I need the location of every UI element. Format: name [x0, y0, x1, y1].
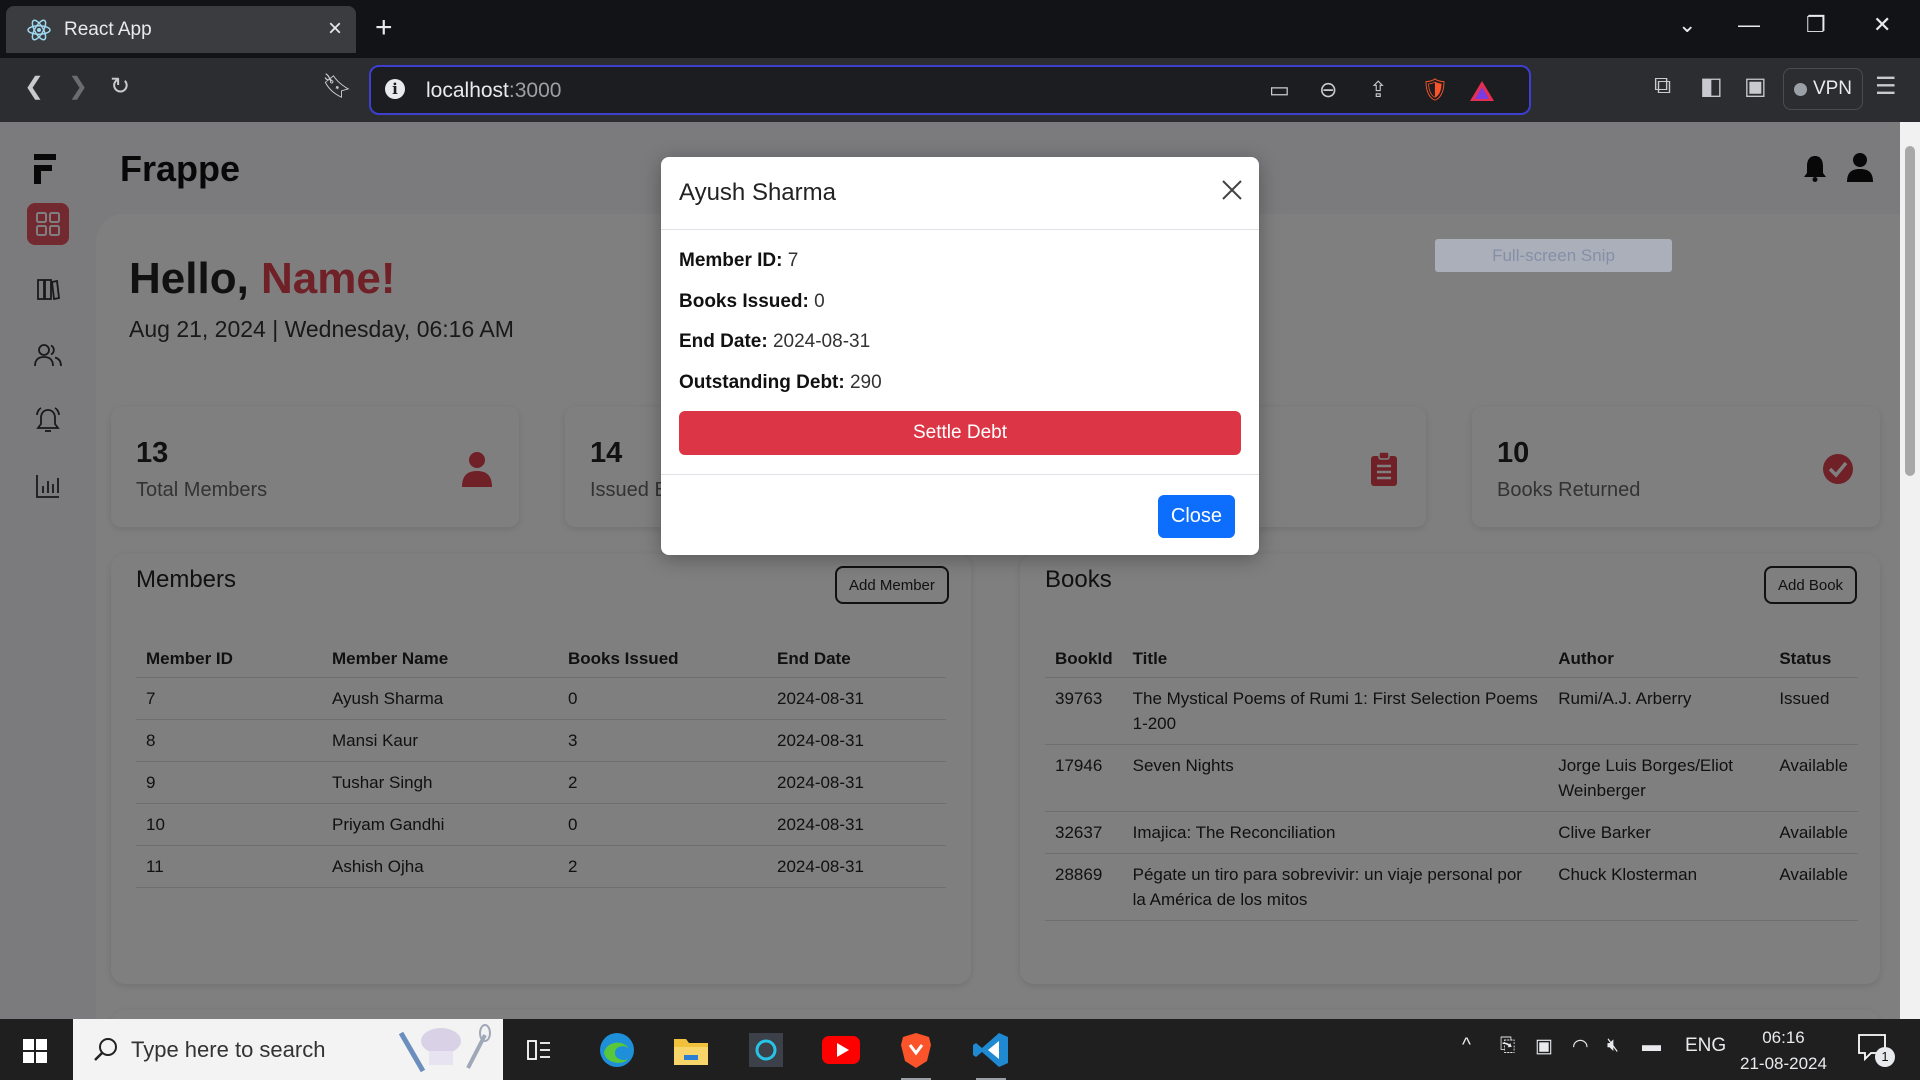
- vpn-status-icon: [1793, 82, 1807, 96]
- file-explorer-icon[interactable]: [668, 1027, 714, 1073]
- new-tab-icon[interactable]: +: [375, 11, 393, 45]
- search-icon: [94, 1038, 117, 1061]
- extensions-icon[interactable]: ⧉: [1654, 72, 1671, 100]
- reload-icon[interactable]: ↻: [110, 72, 130, 101]
- bookmark-icon[interactable]: 🔖︎: [322, 72, 352, 101]
- url-text: localhost:3000: [426, 79, 562, 102]
- brave-rewards-icon[interactable]: [1469, 79, 1495, 103]
- minimize-icon[interactable]: —: [1738, 12, 1760, 38]
- modal-footer: Close: [661, 474, 1259, 555]
- end-date-line: End Date: 2024-08-31: [679, 331, 871, 352]
- tab-close-icon[interactable]: ×: [328, 15, 342, 43]
- forward-icon[interactable]: ❯: [68, 72, 88, 101]
- books-issued-line: Books Issued: 0: [679, 291, 825, 312]
- task-view-icon[interactable]: [516, 1027, 562, 1073]
- search-placeholder: Type here to search: [131, 1037, 326, 1062]
- youtube-icon[interactable]: [818, 1027, 864, 1073]
- vscode-icon[interactable]: [968, 1027, 1014, 1080]
- browser-tab-bar: React App × + ⌄ — ❐ ✕: [0, 0, 1920, 58]
- system-clock[interactable]: 06:16 21-08-2024: [1740, 1025, 1827, 1077]
- share-icon[interactable]: ⇪: [1369, 77, 1387, 103]
- settle-debt-button[interactable]: Settle Debt: [679, 411, 1241, 455]
- close-icon[interactable]: [1219, 177, 1245, 203]
- address-bar[interactable]: i localhost:3000 ▭ ⊖ ⇪ 🛡︎: [369, 65, 1531, 115]
- battery-icon[interactable]: ▬: [1642, 1035, 1661, 1057]
- tab-title: React App: [64, 19, 152, 40]
- cortana-app-icon[interactable]: [743, 1027, 789, 1073]
- cast-icon[interactable]: ▭: [1269, 77, 1290, 103]
- browser-toolbar: ❮ ❯ ↻ 🔖︎ i localhost:3000 ▭ ⊖ ⇪ 🛡︎ ⧉ ◧ ▣…: [0, 58, 1920, 122]
- edge-browser-icon[interactable]: [594, 1027, 640, 1073]
- modal-header: Ayush Sharma: [661, 157, 1259, 230]
- language-indicator[interactable]: ENG: [1685, 1035, 1726, 1057]
- volume-muted-icon[interactable]: 🔇︎: [1607, 1035, 1619, 1057]
- modal-title: Ayush Sharma: [679, 179, 836, 206]
- member-details-modal: Ayush Sharma Member ID: 7 Books Issued: …: [661, 157, 1259, 555]
- clock-date: 21-08-2024: [1740, 1054, 1827, 1073]
- restore-icon[interactable]: ❐: [1806, 12, 1826, 38]
- page-scrollbar[interactable]: [1900, 122, 1920, 1019]
- browser-tab[interactable]: React App ×: [6, 6, 356, 53]
- app-viewport: Frappe: [0, 122, 1920, 1019]
- sidebar-toggle-icon[interactable]: ◧: [1700, 72, 1723, 101]
- brave-browser-icon[interactable]: [893, 1027, 939, 1080]
- back-icon[interactable]: ❮: [24, 72, 44, 101]
- menu-icon[interactable]: ☰: [1875, 72, 1897, 101]
- react-logo-icon: [27, 19, 51, 41]
- wifi-icon[interactable]: ◠: [1572, 1035, 1589, 1058]
- search-highlight-icon: [398, 1024, 491, 1073]
- member-id-line: Member ID: 7: [679, 250, 799, 271]
- notification-center-icon[interactable]: 1: [1857, 1033, 1895, 1067]
- clock-time: 06:16: [1762, 1028, 1805, 1047]
- zoom-out-icon[interactable]: ⊖: [1319, 77, 1337, 103]
- vpn-button[interactable]: VPN: [1783, 68, 1863, 110]
- show-hidden-icons-chevron-icon[interactable]: ^: [1462, 1035, 1471, 1057]
- site-info-icon[interactable]: i: [385, 79, 405, 99]
- window-close-icon[interactable]: ✕: [1873, 12, 1891, 38]
- tab-list-chevron-icon[interactable]: ⌄: [1678, 12, 1696, 38]
- windows-start-icon[interactable]: [23, 1039, 47, 1063]
- taskbar-search-box[interactable]: Type here to search: [73, 1019, 503, 1080]
- meet-now-icon[interactable]: ⎘: [1500, 1035, 1515, 1057]
- scrollbar-thumb[interactable]: [1905, 146, 1915, 476]
- close-button[interactable]: Close: [1158, 495, 1235, 538]
- snip-tooltip: Full-screen Snip: [1435, 239, 1672, 272]
- outstanding-debt-line: Outstanding Debt: 290: [679, 372, 882, 393]
- brave-shields-icon[interactable]: 🛡︎: [1421, 77, 1449, 103]
- windows-taskbar: Type here to search ^ ⎘ ▣ ◠ 🔇︎ ▬ ENG 06:…: [0, 1019, 1920, 1080]
- notification-badge: 1: [1875, 1047, 1895, 1067]
- screen-icon[interactable]: ▣: [1535, 1035, 1553, 1058]
- wallet-icon[interactable]: ▣: [1744, 72, 1767, 101]
